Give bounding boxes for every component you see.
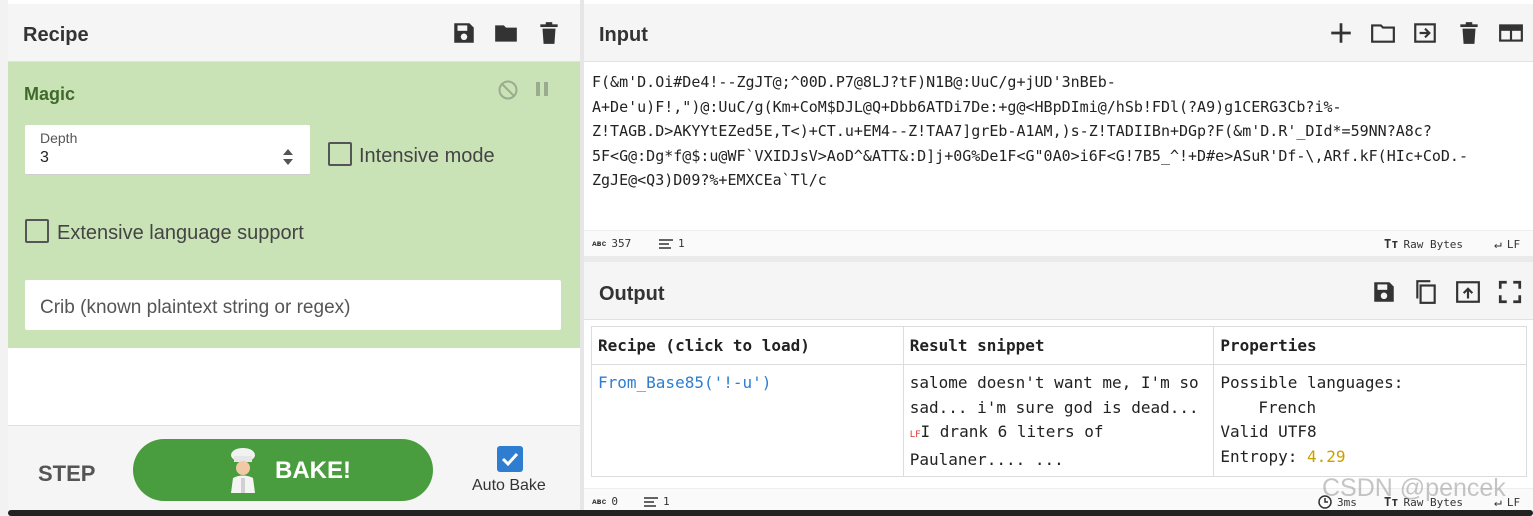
cell-result-snippet: salome doesn't want me, I'm so sad... i'… [902,364,1215,477]
output-lines-stat: 1 [644,495,670,508]
snippet-line: Paulaner.... ... [909,449,1064,469]
entropy-value: 4.29 [1307,446,1346,466]
bake-label: BAKE! [275,457,351,484]
input-raw-bytes-label: Raw Bytes [1403,237,1464,251]
auto-bake-label: Auto Bake [472,477,546,494]
replace-input-with-output-icon[interactable] [1455,279,1481,305]
operations-pane-edge [0,0,8,516]
input-length-value: 357 [611,237,632,250]
snippet-line: LFI drank 6 liters of [910,420,1208,448]
load-recipe-link[interactable]: From_Base85('!-u') [598,373,771,392]
open-file-folder-icon[interactable] [1370,20,1396,46]
add-input-tab-icon[interactable] [1328,20,1354,46]
input-encoding-stat[interactable]: Tт Raw Bytes [1384,237,1463,251]
load-recipe-folder-icon[interactable] [493,20,519,46]
possible-languages-label: Possible languages: [1220,373,1404,392]
output-length-value: 0 [611,495,619,508]
entropy-line: Entropy: 4.29 [1220,445,1520,470]
abc-length-icon: ᴀʙᴄ [592,496,607,506]
snippet-line: salome doesn't want me, I'm so [909,373,1199,392]
depth-field[interactable]: Depth 3 [25,125,310,175]
input-textarea[interactable]: F(&m'D.Oi#De4!--ZgJT@;^00D.P7@8LJ?tF)N1B… [592,70,1527,220]
operation-title: Magic [24,84,76,104]
maximise-output-icon[interactable] [1497,279,1523,305]
clear-recipe-trash-icon[interactable] [536,20,562,46]
recipe-title: Recipe [23,24,89,46]
table-header-row: Recipe (click to load) Result snippet Pr… [591,326,1527,365]
column-header-result: Result snippet [902,326,1215,365]
column-header-properties: Properties [1213,326,1527,365]
input-eol-label: LF [1506,238,1521,251]
lines-icon [659,238,673,249]
crib-placeholder: Crib (known plaintext string or regex) [40,297,351,318]
abc-length-icon: ᴀʙᴄ [592,238,607,248]
input-lines-value: 1 [678,237,685,250]
column-header-recipe: Recipe (click to load) [591,326,904,365]
output-length-stat: ᴀʙᴄ 0 [592,495,618,508]
recipe-pane: Recipe Magic Depth 3 Intensive mode Exte… [0,0,580,516]
intensive-mode-checkbox[interactable] [328,142,352,166]
line-feed-marker: LF [909,430,921,440]
output-eol-label: LF [1506,496,1521,509]
breakpoint-pause-icon[interactable] [535,80,549,98]
recipe-header: Recipe [8,4,580,62]
snippet-line: sad... i'm sure god is dead... [909,397,1199,417]
extensive-language-label: Extensive language support [57,222,304,244]
entropy-label: Entropy: [1220,446,1308,466]
input-lines-stat: 1 [659,237,685,250]
copy-output-icon[interactable] [1413,279,1439,305]
lines-icon [644,496,658,507]
clear-input-trash-icon[interactable] [1456,20,1482,46]
save-output-icon[interactable] [1371,279,1397,305]
reset-layout-icon[interactable] [1498,20,1524,46]
output-title: Output [599,283,665,305]
load-file-icon[interactable] [1412,20,1438,46]
input-status-bar: ᴀʙᴄ 357 1 Tт Raw Bytes ↵ LF [584,230,1533,256]
chef-icon [226,447,260,493]
magic-results-table: Recipe (click to load) Result snippet Pr… [591,326,1527,477]
watermark: CSDN @pencek [1322,474,1506,502]
table-row: From_Base85('!-u') salome doesn't want m… [591,364,1527,477]
magic-operation: Magic Depth 3 Intensive mode Extensive l… [8,62,580,348]
cell-recipe: From_Base85('!-u') [591,364,904,477]
save-recipe-icon[interactable] [451,20,477,46]
text-encoding-icon: Tт [1384,237,1399,251]
extensive-language-checkbox[interactable] [25,219,49,243]
depth-value[interactable]: 3 [40,149,49,167]
valid-utf8-label: Valid UTF8 [1220,422,1317,441]
input-header: Input [584,4,1533,62]
possible-language-item: French [1258,397,1317,417]
bake-button[interactable]: BAKE! [133,439,433,501]
input-length-stat: ᴀʙᴄ 357 [592,237,631,250]
depth-spinner-icon[interactable] [282,147,294,167]
output-lines-value: 1 [663,495,670,508]
input-title: Input [599,24,648,46]
output-header: Output [584,262,1533,320]
snippet-line-text: I drank 6 liters of [920,422,1104,441]
step-button[interactable]: STEP [38,461,95,487]
recipe-controls: STEP BAKE! Auto Bake [8,425,580,516]
eol-arrow-icon: ↵ [1494,237,1502,252]
crib-input[interactable]: Crib (known plaintext string or regex) [25,280,561,330]
cell-properties: Possible languages: French Valid UTF8 En… [1213,364,1527,477]
depth-label: Depth [40,130,78,146]
input-pane: Input F(&m'D.Oi#De4!--ZgJT@;^00D.P7@8LJ?… [584,0,1533,258]
intensive-mode-label: Intensive mode [359,145,495,167]
input-eol-stat[interactable]: ↵ LF [1494,237,1520,252]
disable-operation-icon[interactable] [497,79,519,101]
window-bottom-edge [8,510,1533,516]
auto-bake-checkbox[interactable] [497,446,523,472]
